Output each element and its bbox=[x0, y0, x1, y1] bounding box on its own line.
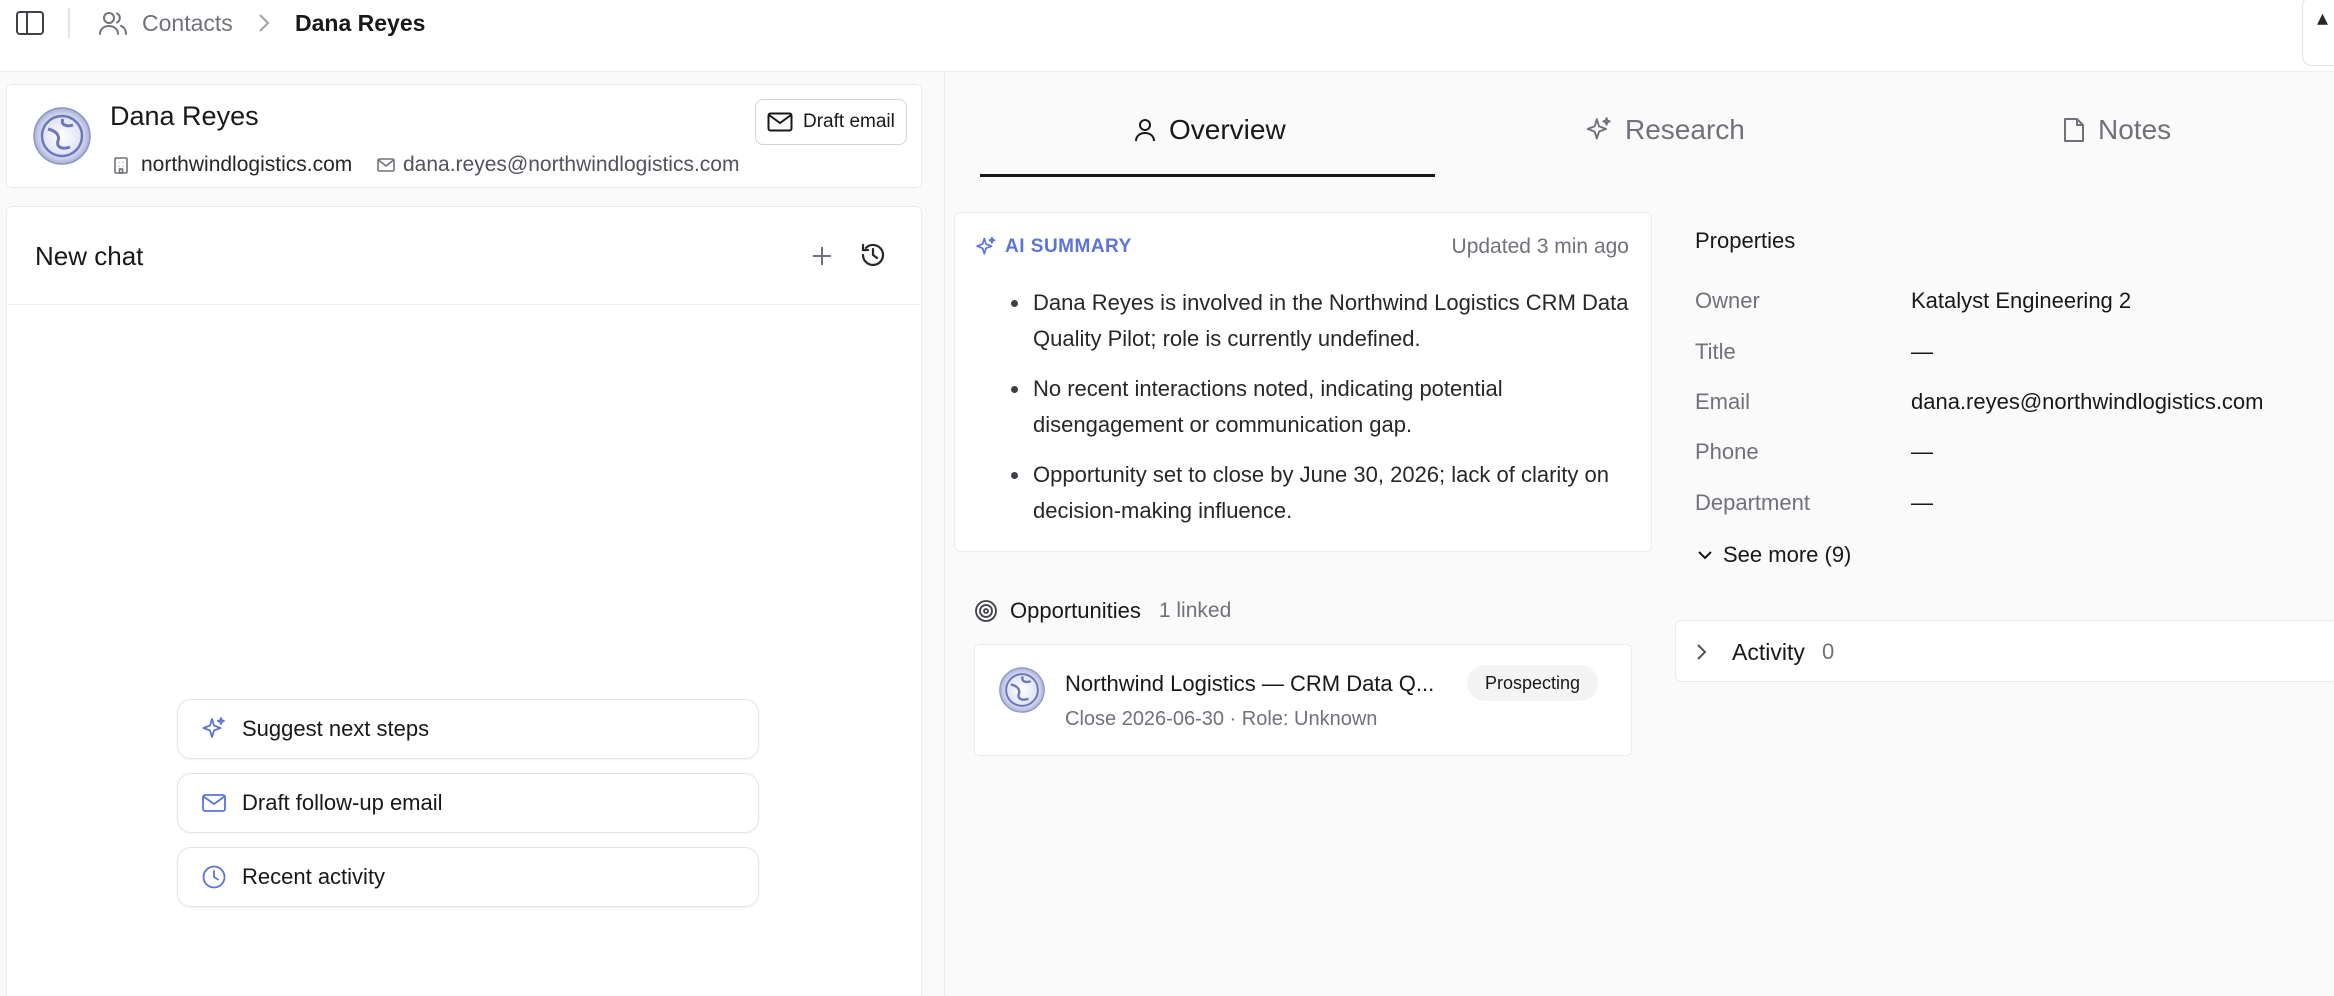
tab-label: Research bbox=[1625, 114, 1745, 145]
property-key: Email bbox=[1695, 389, 1751, 414]
property-row-email: Email dana.reyes@northwindlogistics.com bbox=[1695, 385, 2334, 419]
property-value[interactable]: — bbox=[1911, 486, 1933, 520]
contact-email[interactable]: dana.reyes@northwindlogistics.com bbox=[403, 151, 739, 179]
stage-badge: Prospecting bbox=[1467, 665, 1599, 701]
chat-header: New chat bbox=[7, 207, 921, 305]
property-value[interactable]: dana.reyes@northwindlogistics.com bbox=[1911, 385, 2264, 419]
chat-panel: New chat Suggest next steps Draft follow… bbox=[6, 206, 922, 996]
activity-label: Activity bbox=[1732, 639, 1805, 665]
property-row-department: Department — bbox=[1695, 486, 2334, 520]
building-icon bbox=[113, 155, 131, 175]
draft-email-label: Draft email bbox=[803, 111, 895, 132]
property-key: Title bbox=[1695, 339, 1736, 364]
history-icon[interactable] bbox=[857, 239, 889, 271]
chat-title: New chat bbox=[35, 241, 144, 271]
top-right-glyph-icon: ▴ bbox=[2317, 5, 2329, 30]
new-chat-plus-icon[interactable] bbox=[807, 241, 837, 271]
contact-name: Dana Reyes bbox=[110, 101, 259, 131]
ai-summary-updated: Updated 3 min ago bbox=[1451, 235, 1629, 258]
tab-notes[interactable]: Notes bbox=[2062, 100, 2171, 160]
suggestion-label: Suggest next steps bbox=[242, 716, 430, 741]
ai-summary-bullet: Opportunity set to close by June 30, 202… bbox=[1011, 457, 1633, 529]
tab-bar: Overview Research Notes bbox=[980, 100, 2334, 180]
users-icon bbox=[96, 8, 130, 38]
see-more-label: See more (9) bbox=[1723, 542, 1852, 567]
sparkles-icon bbox=[975, 236, 997, 258]
top-right-button[interactable]: ▴ bbox=[2302, 0, 2334, 66]
opportunities-header: Opportunities 1 linked bbox=[974, 598, 1231, 624]
breadcrumb-current: Dana Reyes bbox=[295, 10, 426, 36]
left-column: Dana Reyes northwindlogistics.com dana.r… bbox=[0, 72, 944, 996]
tab-label: Overview bbox=[1169, 114, 1286, 145]
ai-summary-label: AI SUMMARY bbox=[975, 236, 1132, 258]
properties-title: Properties bbox=[1695, 228, 1796, 253]
tab-overview[interactable]: Overview bbox=[1133, 100, 1286, 160]
suggestion-draft-follow-up-email[interactable]: Draft follow-up email bbox=[177, 773, 759, 833]
suggestion-label: Recent activity bbox=[242, 864, 386, 889]
mail-icon bbox=[767, 112, 793, 132]
divider bbox=[68, 8, 70, 38]
property-key: Department bbox=[1695, 490, 1810, 515]
avatar bbox=[33, 107, 91, 165]
ai-summary-bullet: No recent interactions noted, indicating… bbox=[1011, 371, 1633, 443]
property-value[interactable]: Katalyst Engineering 2 bbox=[1911, 284, 2131, 318]
column-divider bbox=[944, 72, 945, 996]
breadcrumb-contacts-link[interactable]: Contacts bbox=[142, 8, 233, 38]
property-value[interactable]: — bbox=[1911, 435, 1933, 469]
opportunity-name[interactable]: Northwind Logistics — CRM Data Q... bbox=[1065, 669, 1434, 699]
suggestion-suggest-next-steps[interactable]: Suggest next steps bbox=[177, 699, 759, 759]
draft-email-button[interactable]: Draft email bbox=[755, 99, 907, 145]
active-tab-indicator bbox=[980, 174, 1435, 177]
opportunities-count: 1 linked bbox=[1158, 599, 1232, 622]
target-icon bbox=[974, 599, 998, 623]
activity-section[interactable]: Activity 0 bbox=[1675, 620, 2334, 682]
ai-summary-bullet: Dana Reyes is involved in the Northwind … bbox=[1011, 285, 1633, 357]
property-row-phone: Phone — bbox=[1695, 435, 2334, 469]
clock-icon bbox=[200, 863, 228, 891]
ai-summary-card: AI SUMMARY Updated 3 min ago Dana Reyes … bbox=[954, 212, 1652, 552]
user-icon bbox=[1133, 117, 1157, 143]
chevron-right-icon bbox=[1696, 641, 1712, 663]
suggestion-label: Draft follow-up email bbox=[242, 790, 443, 815]
opportunity-avatar bbox=[999, 667, 1045, 713]
tab-research[interactable]: Research bbox=[1585, 100, 1745, 160]
contact-domain[interactable]: northwindlogistics.com bbox=[141, 151, 352, 179]
property-row-title: Title — bbox=[1695, 335, 2334, 369]
property-row-owner: Owner Katalyst Engineering 2 bbox=[1695, 284, 2334, 318]
sparkles-icon bbox=[1585, 116, 1613, 144]
chevron-right-icon bbox=[254, 10, 274, 36]
tab-label: Notes bbox=[2098, 114, 2172, 145]
property-value[interactable]: — bbox=[1911, 335, 1933, 369]
property-key: Owner bbox=[1695, 288, 1760, 313]
ai-summary-title: AI SUMMARY bbox=[1005, 236, 1132, 257]
mail-icon bbox=[200, 789, 228, 817]
opportunity-card[interactable]: Northwind Logistics — CRM Data Q... Pros… bbox=[974, 644, 1632, 756]
file-icon bbox=[2062, 116, 2086, 144]
sidebar-toggle-icon[interactable] bbox=[12, 8, 48, 38]
ai-summary-list: Dana Reyes is involved in the Northwind … bbox=[1011, 285, 1633, 543]
chevron-down-icon bbox=[1697, 549, 1713, 561]
mail-icon bbox=[377, 157, 395, 173]
opportunities-title: Opportunities bbox=[1010, 598, 1141, 623]
opportunity-meta: Close 2026-06-30 · Role: Unknown bbox=[1065, 708, 1378, 730]
sparkles-icon bbox=[200, 715, 228, 743]
contact-card: Dana Reyes northwindlogistics.com dana.r… bbox=[6, 84, 922, 188]
top-bar: Contacts Dana Reyes ▴ bbox=[0, 0, 2334, 72]
property-key: Phone bbox=[1695, 439, 1759, 464]
suggestion-recent-activity[interactable]: Recent activity bbox=[177, 847, 759, 907]
activity-count: 0 bbox=[1822, 639, 1835, 664]
see-more-button[interactable]: See more (9) bbox=[1697, 542, 1851, 568]
